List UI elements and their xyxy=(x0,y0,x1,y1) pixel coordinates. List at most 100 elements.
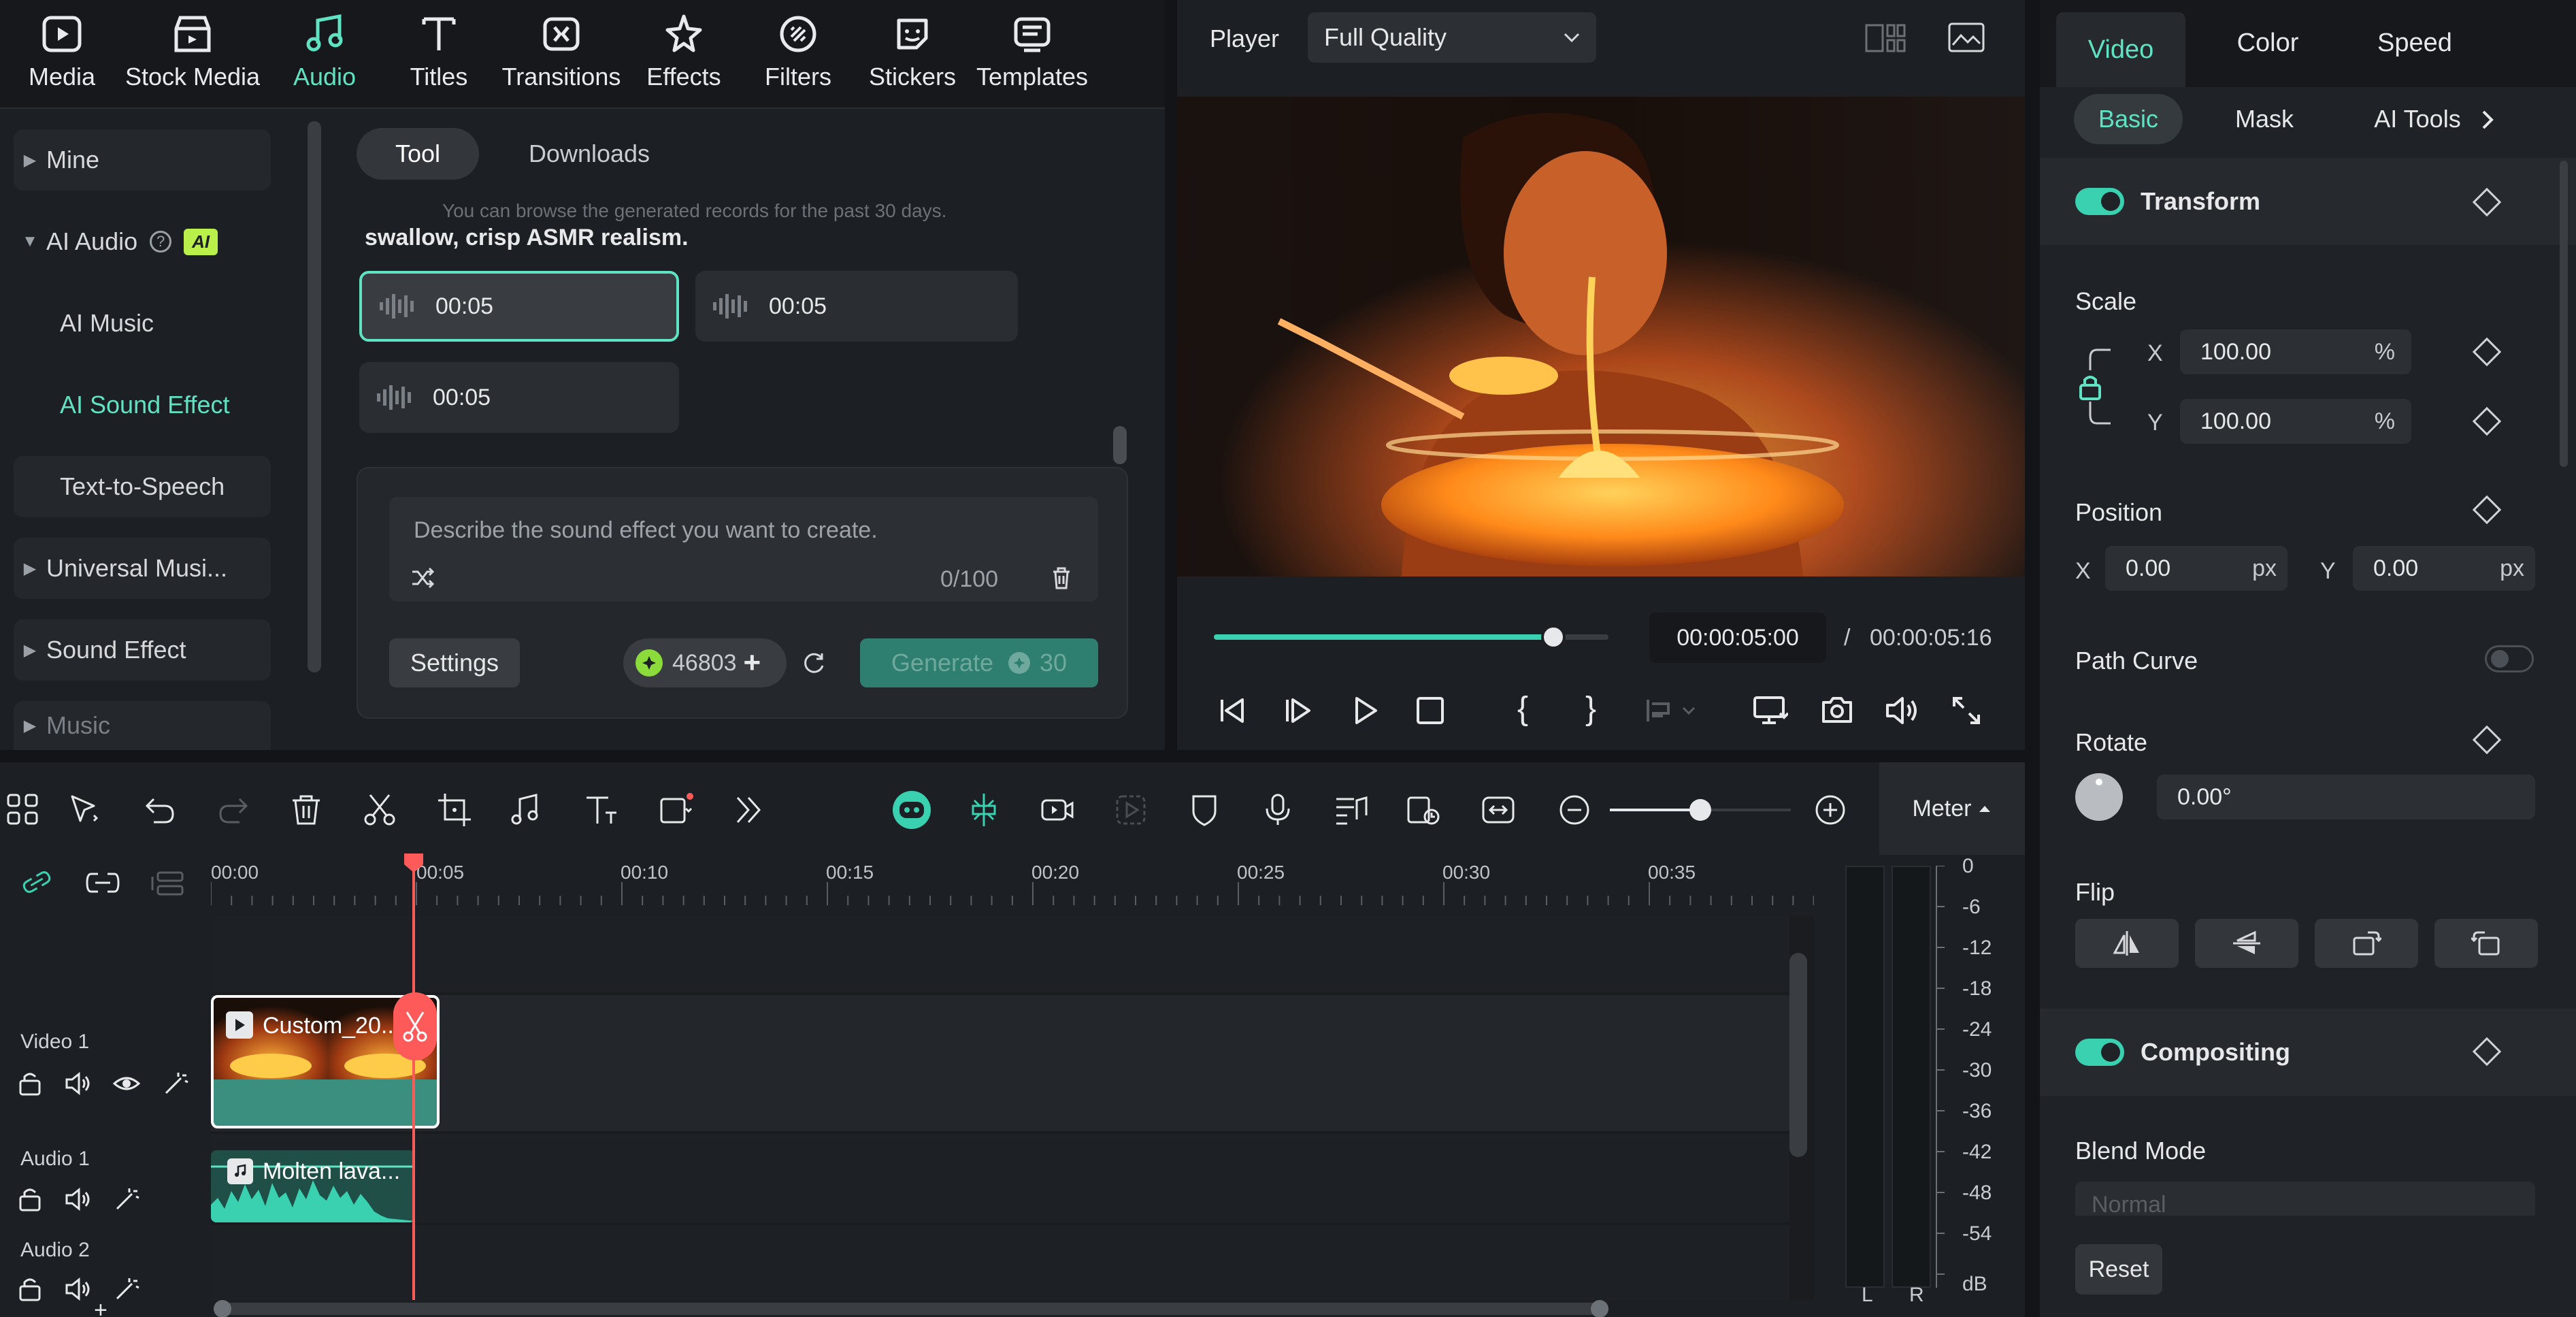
credits-pill[interactable]: 46803 + xyxy=(623,638,787,687)
help-icon[interactable]: ? xyxy=(150,231,172,253)
result-chip[interactable]: 00:05 xyxy=(359,362,679,433)
track-ai-wand-icon[interactable] xyxy=(113,1186,140,1213)
playhead-split-button[interactable] xyxy=(393,992,437,1060)
settings-button[interactable]: Settings xyxy=(389,638,520,687)
image-quality-icon[interactable] xyxy=(1947,22,1985,53)
trash-icon[interactable] xyxy=(1049,565,1074,591)
fit-width-icon[interactable] xyxy=(1481,792,1516,828)
track-layout-icon[interactable] xyxy=(151,870,185,897)
toolbar-media[interactable]: Media xyxy=(0,10,127,91)
results-scrollbar[interactable] xyxy=(1113,426,1127,464)
audio-clip[interactable]: Molten lava... xyxy=(211,1150,415,1222)
crop-icon[interactable] xyxy=(437,792,472,828)
audio-mix-icon[interactable] xyxy=(1334,792,1369,828)
microphone-icon[interactable] xyxy=(1260,792,1295,828)
next-frame-icon[interactable] xyxy=(1282,694,1315,727)
position-y-input[interactable]: 0.00 px xyxy=(2353,546,2535,591)
path-curve-toggle[interactable] xyxy=(2485,645,2534,672)
result-chip[interactable]: 00:05 xyxy=(359,271,679,342)
compositing-toggle[interactable] xyxy=(2075,1039,2124,1066)
track-ai-wand-icon[interactable] xyxy=(162,1070,189,1097)
auto-highlight-icon[interactable] xyxy=(966,792,1002,828)
grid-layout-icon[interactable] xyxy=(1864,23,1906,53)
audio-edit-icon[interactable] xyxy=(509,792,544,828)
progress-handle[interactable] xyxy=(1540,625,1566,649)
position-x-input[interactable]: 0.00 px xyxy=(2105,546,2288,591)
split-scissors-icon[interactable] xyxy=(362,792,397,828)
keyframe-diamond-icon[interactable] xyxy=(2472,406,2502,436)
blend-mode-dropdown[interactable]: Normal xyxy=(2075,1182,2535,1216)
play-icon[interactable] xyxy=(1349,694,1381,727)
tab-color[interactable]: Color xyxy=(2203,12,2332,74)
chevron-right-icon[interactable] xyxy=(2479,109,2496,131)
flip-vertical-button[interactable] xyxy=(2195,919,2298,968)
subtab-mask[interactable]: Mask xyxy=(2210,94,2319,144)
track-ai-wand-icon[interactable] xyxy=(113,1275,140,1303)
toolbar-stock-media[interactable]: Stock Media xyxy=(125,10,260,91)
snapshot-camera-icon[interactable] xyxy=(1821,694,1853,726)
insert-clip-icon[interactable] xyxy=(1645,697,1700,724)
prev-frame-icon[interactable] xyxy=(1215,694,1248,727)
tab-tool[interactable]: Tool xyxy=(357,128,479,180)
delete-icon[interactable] xyxy=(288,792,324,828)
track-mute-icon[interactable] xyxy=(64,1186,91,1213)
toolbar-audio[interactable]: Audio xyxy=(260,10,389,91)
category-scrollbar[interactable] xyxy=(308,121,321,672)
add-credits-icon[interactable]: + xyxy=(744,646,761,680)
empty-track-lane[interactable] xyxy=(211,916,1789,992)
meter-button[interactable]: Meter xyxy=(1879,762,2025,855)
category-text-to-speech[interactable]: Text-to-Speech xyxy=(14,456,271,517)
category-ai-sound-effect[interactable]: AI Sound Effect xyxy=(14,374,271,436)
quality-dropdown[interactable]: Full Quality xyxy=(1308,12,1596,63)
volume-icon[interactable] xyxy=(1885,694,1920,727)
toolbar-titles[interactable]: Titles xyxy=(374,10,503,91)
tab-downloads[interactable]: Downloads xyxy=(508,128,671,180)
track-lock-icon[interactable] xyxy=(16,1070,44,1097)
link-icon[interactable] xyxy=(20,868,53,896)
toolbar-filters[interactable]: Filters xyxy=(733,10,863,91)
reset-button[interactable]: Reset xyxy=(2075,1244,2162,1295)
redo-icon[interactable] xyxy=(216,792,252,828)
rotate-left-button[interactable] xyxy=(2434,919,2538,968)
divider[interactable] xyxy=(0,750,2025,762)
lock-ratio-icon[interactable] xyxy=(2077,347,2117,429)
toolbar-transitions[interactable]: Transitions xyxy=(497,10,626,91)
generate-button[interactable]: Generate 30 xyxy=(860,638,1098,687)
playhead-handle[interactable] xyxy=(401,851,426,875)
audio-track-1-lane[interactable] xyxy=(211,1134,1789,1222)
undo-icon[interactable] xyxy=(142,792,177,828)
zoom-in-icon[interactable] xyxy=(1813,792,1848,828)
result-chip[interactable]: 00:05 xyxy=(695,271,1018,342)
track-visibility-eye-icon[interactable] xyxy=(113,1070,140,1097)
clip-speed-icon[interactable] xyxy=(1406,792,1441,828)
props-scrollbar[interactable] xyxy=(2560,161,2568,467)
playhead-line[interactable] xyxy=(412,855,415,1317)
track-mute-icon[interactable] xyxy=(64,1070,91,1097)
refresh-icon[interactable] xyxy=(800,649,827,677)
magnet-link-icon[interactable] xyxy=(84,870,121,896)
category-ai-audio[interactable]: ▼ AI Audio ? AI xyxy=(14,211,271,272)
description-textarea[interactable]: Describe the sound effect you want to cr… xyxy=(389,497,1098,602)
display-settings-icon[interactable] xyxy=(1753,694,1788,727)
rotate-right-button[interactable] xyxy=(2315,919,2418,968)
timeline-h-scrollbar[interactable] xyxy=(214,1300,1608,1317)
select-pointer-icon[interactable] xyxy=(67,792,102,828)
category-music[interactable]: ▶ Music xyxy=(14,701,271,750)
audio-track-2-lane[interactable] xyxy=(211,1225,1789,1300)
timeline-v-scrollbar[interactable] xyxy=(1789,953,1807,1157)
category-universal-music[interactable]: ▶ Universal Musi... xyxy=(14,538,271,599)
rotate-dial[interactable] xyxy=(2075,773,2123,821)
zoom-handle[interactable] xyxy=(1689,799,1711,821)
scale-y-input[interactable]: 100.00 % xyxy=(2180,399,2411,444)
mark-out-icon[interactable]: } xyxy=(1585,690,1596,728)
keyframe-diamond-icon[interactable] xyxy=(2472,337,2502,367)
category-mine[interactable]: ▶ Mine xyxy=(14,129,271,191)
category-ai-music[interactable]: AI Music xyxy=(14,293,271,354)
rotate-input[interactable]: 0.00° xyxy=(2157,775,2535,819)
ai-copilot-icon[interactable] xyxy=(891,790,932,830)
fullscreen-icon[interactable] xyxy=(1951,696,1981,726)
transform-toggle[interactable] xyxy=(2075,188,2124,215)
flip-horizontal-button[interactable] xyxy=(2075,919,2179,968)
tab-video[interactable]: Video xyxy=(2056,12,2185,87)
mark-in-icon[interactable]: { xyxy=(1517,690,1528,728)
